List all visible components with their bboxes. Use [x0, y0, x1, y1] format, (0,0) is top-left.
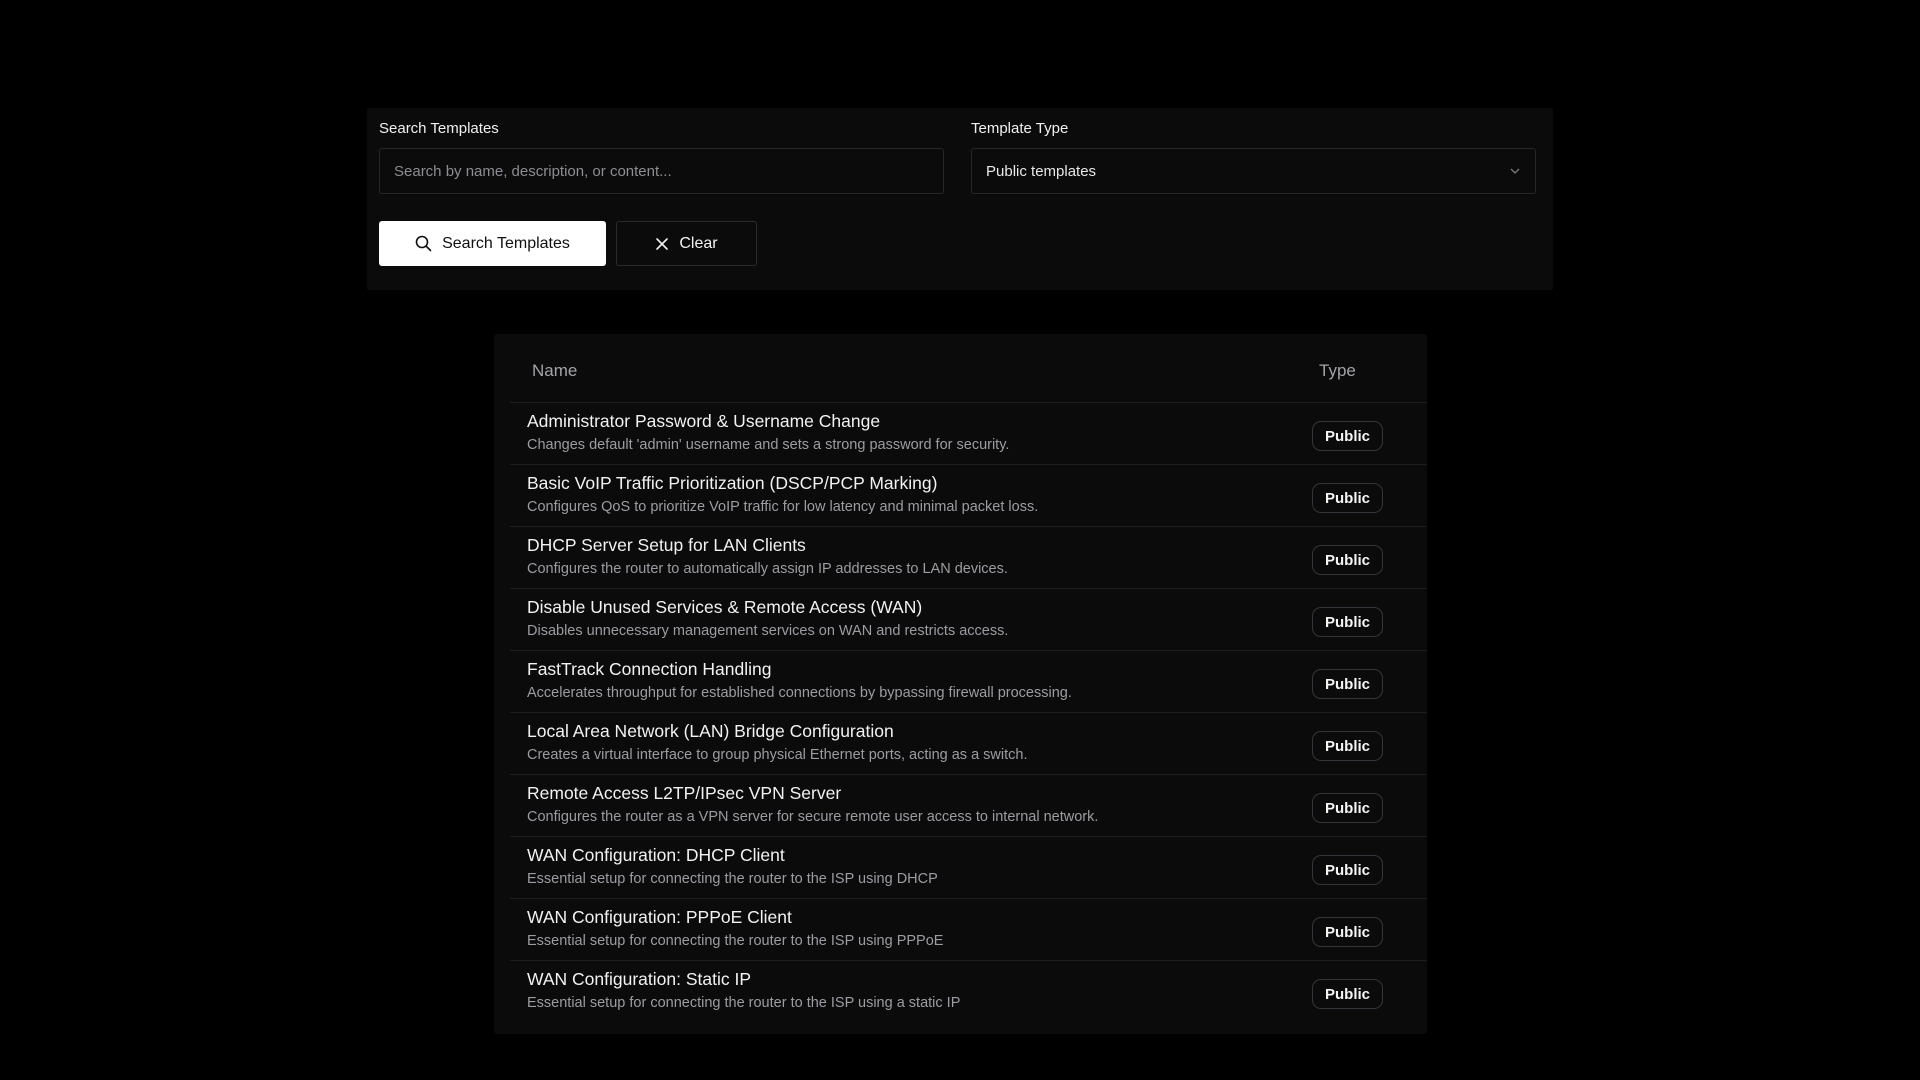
template-name: DHCP Server Setup for LAN Clients: [527, 535, 806, 555]
column-header-name: Name: [532, 361, 578, 380]
template-description: Accelerates throughput for established c…: [527, 685, 1072, 701]
template-name: Administrator Password & Username Change: [527, 411, 881, 431]
template-description: Essential setup for connecting the route…: [527, 933, 944, 949]
table-row[interactable]: Local Area Network (LAN) Bridge Configur…: [510, 712, 1427, 774]
template-description: Changes default 'admin' username and set…: [527, 437, 1010, 453]
table-row[interactable]: WAN Configuration: PPPoE Client Essentia…: [510, 898, 1427, 960]
table-row[interactable]: Basic VoIP Traffic Prioritization (DSCP/…: [510, 464, 1427, 526]
search-templates-button[interactable]: Search Templates: [379, 221, 606, 266]
type-badge: Public: [1312, 669, 1384, 699]
template-name: WAN Configuration: DHCP Client: [527, 845, 785, 865]
type-badge: Public: [1312, 731, 1384, 761]
template-description: Essential setup for connecting the route…: [527, 995, 961, 1011]
table-row[interactable]: Disable Unused Services & Remote Access …: [510, 588, 1427, 650]
template-name: Remote Access L2TP/IPsec VPN Server: [527, 783, 842, 803]
search-templates-button-label: Search Templates: [442, 234, 570, 252]
template-name: WAN Configuration: PPPoE Client: [527, 907, 792, 927]
type-badge: Public: [1312, 917, 1384, 947]
template-type-select[interactable]: Public templates: [971, 148, 1536, 194]
filter-panel: Search Templates Template Type Public te…: [367, 108, 1553, 290]
table-body: Administrator Password & Username Change…: [494, 402, 1427, 1022]
template-description: Disables unnecessary management services…: [527, 623, 1009, 639]
type-badge: Public: [1312, 545, 1384, 575]
template-description: Essential setup for connecting the route…: [527, 871, 938, 887]
clear-button[interactable]: Clear: [616, 221, 757, 266]
chevron-down-icon: [1509, 165, 1521, 177]
table-row[interactable]: DHCP Server Setup for LAN Clients Config…: [510, 526, 1427, 588]
template-name: Disable Unused Services & Remote Access …: [527, 597, 923, 617]
clear-button-label: Clear: [679, 234, 718, 252]
template-description: Creates a virtual interface to group phy…: [527, 747, 1028, 763]
template-name: WAN Configuration: Static IP: [527, 969, 752, 989]
search-input[interactable]: [379, 148, 944, 194]
template-type-label: Template Type: [971, 120, 1069, 137]
search-label: Search Templates: [379, 120, 499, 137]
template-description: Configures the router as a VPN server fo…: [527, 809, 1099, 825]
close-icon: [655, 237, 669, 251]
table-row[interactable]: WAN Configuration: Static IP Essential s…: [510, 960, 1427, 1022]
template-description: Configures the router to automatically a…: [527, 561, 1008, 577]
type-badge: Public: [1312, 421, 1384, 451]
table-row[interactable]: Administrator Password & Username Change…: [510, 402, 1427, 464]
column-header-type: Type: [1319, 361, 1356, 380]
type-badge: Public: [1312, 793, 1384, 823]
template-name: Basic VoIP Traffic Prioritization (DSCP/…: [527, 473, 938, 493]
template-description: Configures QoS to prioritize VoIP traffi…: [527, 499, 1039, 515]
type-badge: Public: [1312, 607, 1384, 637]
template-name: Local Area Network (LAN) Bridge Configur…: [527, 721, 894, 741]
search-icon: [415, 235, 432, 252]
type-badge: Public: [1312, 979, 1384, 1009]
table-row[interactable]: FastTrack Connection Handling Accelerate…: [510, 650, 1427, 712]
templates-table: Name Type Administrator Password & Usern…: [494, 334, 1427, 1034]
table-row[interactable]: Remote Access L2TP/IPsec VPN Server Conf…: [510, 774, 1427, 836]
template-type-selected-value: Public templates: [986, 162, 1097, 180]
table-row[interactable]: WAN Configuration: DHCP Client Essential…: [510, 836, 1427, 898]
template-name: FastTrack Connection Handling: [527, 659, 772, 679]
type-badge: Public: [1312, 483, 1384, 513]
type-badge: Public: [1312, 855, 1384, 885]
table-header: Name Type: [494, 334, 1427, 402]
